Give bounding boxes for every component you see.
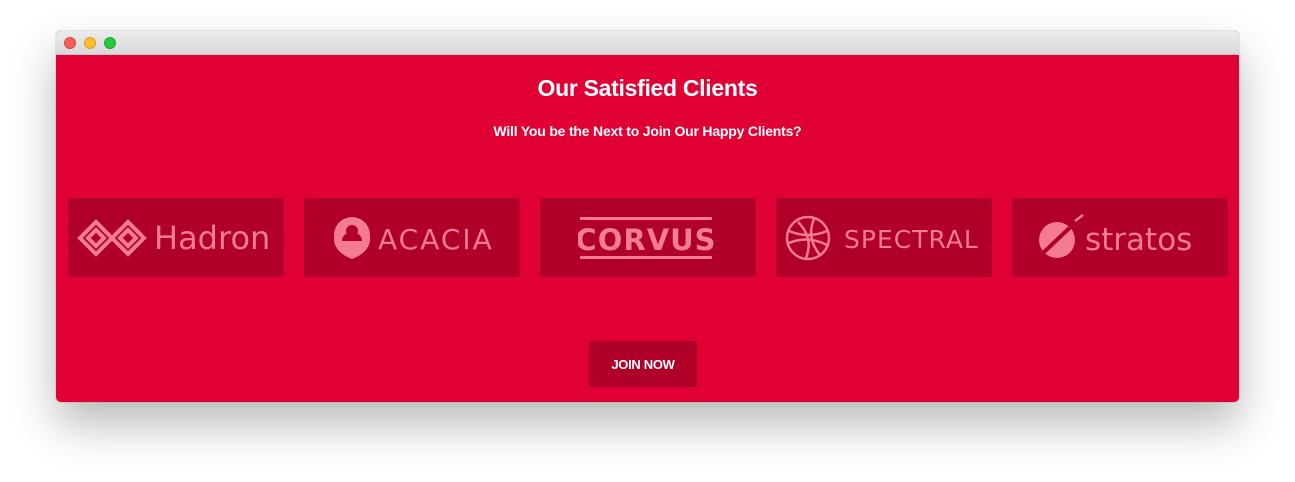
client-logos: Hadron ACACIA CORVUS SPECTRAL stratos: [68, 198, 1228, 277]
section-subtitle: Will You be the Next to Join Our Happy C…: [493, 123, 802, 139]
client-name: CORVUS: [578, 223, 717, 257]
window-titlebar: [56, 31, 1239, 55]
hadron-logo-icon: Hadron: [77, 219, 270, 257]
stratos-logo-icon: stratos: [1039, 213, 1192, 258]
client-name: SPECTRAL: [844, 225, 979, 254]
spectral-logo-icon: SPECTRAL: [785, 215, 979, 260]
section-title: Our Satisfied Clients: [537, 75, 758, 101]
zoom-window-button[interactable]: [104, 37, 116, 49]
minimize-window-button[interactable]: [84, 37, 96, 49]
client-logo-corvus[interactable]: CORVUS: [540, 198, 756, 277]
close-window-button[interactable]: [64, 37, 76, 49]
client-name: stratos: [1085, 222, 1192, 258]
client-name: Hadron: [154, 219, 270, 257]
client-logo-stratos[interactable]: stratos: [1012, 198, 1228, 277]
client-name: ACACIA: [378, 223, 492, 256]
client-logo-hadron[interactable]: Hadron: [68, 198, 284, 277]
client-logo-acacia[interactable]: ACACIA: [304, 198, 520, 277]
corvus-logo-icon: CORVUS: [578, 216, 717, 259]
clients-section: Our Satisfied Clients Will You be the Ne…: [56, 55, 1239, 402]
join-now-button[interactable]: JOIN NOW: [589, 341, 697, 387]
client-logo-spectral[interactable]: SPECTRAL: [776, 198, 992, 277]
acacia-logo-icon: ACACIA: [334, 216, 492, 259]
browser-window: Our Satisfied Clients Will You be the Ne…: [56, 31, 1239, 402]
